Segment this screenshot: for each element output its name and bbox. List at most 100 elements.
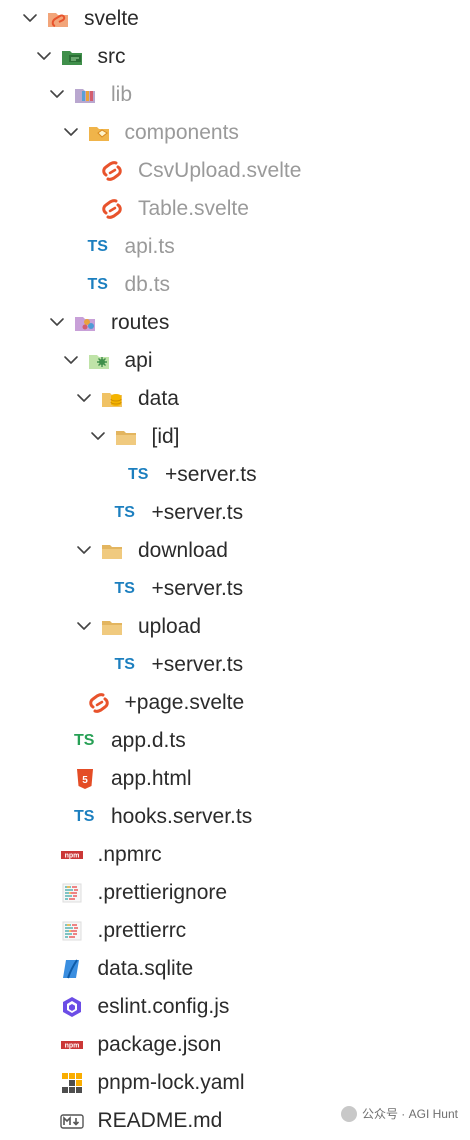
tree-item-label: components — [124, 121, 239, 144]
svelte-file-icon — [100, 197, 124, 221]
html-file-icon: 5 — [73, 767, 97, 791]
tree-item-server-upload[interactable]: TS +server.ts — [0, 646, 470, 684]
tree-item-label: api.ts — [124, 235, 175, 258]
tree-item-label: data.sqlite — [97, 957, 194, 980]
tree-item-label: data — [138, 387, 179, 410]
chevron-down-icon[interactable] — [74, 540, 94, 560]
tree-item-id[interactable]: [id] — [0, 418, 470, 456]
svg-text:5: 5 — [82, 775, 88, 786]
tree-item-label: CsvUpload.svelte — [138, 159, 302, 182]
tree-item-label: +page.svelte — [124, 691, 245, 714]
chevron-down-icon[interactable] — [74, 616, 94, 636]
watermark-text: 公众号 · AGI Hunt — [361, 1107, 458, 1121]
ts-file-icon: TS — [87, 276, 108, 293]
tree-item-label: eslint.config.js — [97, 995, 230, 1018]
wechat-logo-icon — [340, 1105, 357, 1122]
ts-def-file-icon: TS — [74, 732, 95, 749]
ts-file-icon: TS — [87, 238, 108, 255]
ts-file-icon: TS — [114, 504, 135, 521]
tree-item-prettierrc[interactable]: .prettierrc — [0, 912, 470, 950]
tree-item-src[interactable]: src — [0, 38, 470, 76]
tree-item-csvupload[interactable]: CsvUpload.svelte — [0, 152, 470, 190]
tree-item-page-svelte[interactable]: +page.svelte — [0, 684, 470, 722]
tree-item-data[interactable]: data — [0, 380, 470, 418]
tree-item-label: svelte — [84, 7, 139, 30]
tree-item-label: download — [138, 539, 228, 562]
tree-item-label: +server.ts — [151, 501, 244, 524]
chevron-down-icon[interactable] — [20, 8, 40, 28]
tree-item-server-data[interactable]: TS +server.ts — [0, 494, 470, 532]
data-folder-icon — [100, 387, 124, 411]
tree-item-label: hooks.server.ts — [111, 805, 253, 828]
plain-folder-icon — [100, 615, 124, 639]
svelte-file-icon — [100, 159, 124, 183]
tree-item-hooks[interactable]: TS hooks.server.ts — [0, 798, 470, 836]
tree-item-app-html[interactable]: 5 app.html — [0, 760, 470, 798]
markdown-file-icon — [59, 1109, 84, 1133]
routes-folder-icon — [73, 311, 97, 335]
tree-item-label: .prettierrc — [97, 919, 187, 942]
tree-item-label: README.md — [97, 1109, 223, 1132]
tree-item-server-id[interactable]: TS +server.ts — [0, 456, 470, 494]
npm-file-icon: npm — [60, 1033, 84, 1057]
tree-item-label: package.json — [97, 1033, 222, 1056]
tree-item-label: Table.svelte — [138, 197, 249, 220]
tree-item-label: [id] — [151, 425, 180, 448]
chevron-down-icon[interactable] — [47, 84, 67, 104]
chevron-down-icon[interactable] — [61, 122, 81, 142]
database-file-icon — [60, 957, 84, 981]
tree-item-app-d-ts[interactable]: TS app.d.ts — [0, 722, 470, 760]
tree-item-label: pnpm-lock.yaml — [97, 1071, 245, 1094]
lib-folder-icon — [73, 83, 97, 107]
tree-item-routes[interactable]: routes — [0, 304, 470, 342]
chevron-down-icon[interactable] — [47, 312, 67, 332]
tree-item-package[interactable]: npm package.json — [0, 1026, 470, 1064]
chevron-down-icon[interactable] — [61, 350, 81, 370]
tree-item-api-ts[interactable]: TS api.ts — [0, 228, 470, 266]
tree-item-label: lib — [111, 83, 133, 106]
tree-item-sqlite[interactable]: data.sqlite — [0, 950, 470, 988]
tree-item-upload[interactable]: upload — [0, 608, 470, 646]
chevron-down-icon[interactable] — [88, 426, 108, 446]
tree-item-label: +server.ts — [151, 653, 244, 676]
ts-file-icon: TS — [114, 580, 135, 597]
tree-item-db-ts[interactable]: TS db.ts — [0, 266, 470, 304]
tree-item-label: app.d.ts — [111, 729, 186, 752]
tree-item-server-download[interactable]: TS +server.ts — [0, 570, 470, 608]
tree-item-download[interactable]: download — [0, 532, 470, 570]
tree-item-components[interactable]: components — [0, 114, 470, 152]
watermark: 公众号 · AGI Hunt — [340, 1105, 458, 1122]
tree-item-svelte-root[interactable]: svelte — [0, 0, 470, 38]
tree-item-prettierignore[interactable]: .prettierignore — [0, 874, 470, 912]
tree-item-label: api — [124, 349, 153, 372]
ts-file-icon: TS — [128, 466, 149, 483]
tree-item-npmrc[interactable]: npm .npmrc — [0, 836, 470, 874]
tree-item-label: +server.ts — [151, 577, 244, 600]
svg-text:npm: npm — [64, 853, 79, 860]
tree-item-label: +server.ts — [165, 463, 257, 486]
components-folder-icon — [87, 121, 111, 145]
chevron-down-icon[interactable] — [34, 46, 54, 66]
plain-folder-icon — [100, 539, 124, 563]
ts-file-icon: TS — [114, 656, 135, 673]
npm-file-icon: npm — [60, 843, 84, 867]
tree-item-label: db.ts — [124, 273, 171, 296]
prettier-file-icon — [60, 919, 84, 943]
src-folder-icon — [60, 45, 84, 69]
tree-item-label: src — [97, 45, 126, 68]
tree-item-lib[interactable]: lib — [0, 76, 470, 114]
svg-text:npm: npm — [64, 1043, 79, 1050]
chevron-down-icon[interactable] — [74, 388, 94, 408]
api-folder-icon — [87, 349, 111, 373]
tree-item-eslint[interactable]: eslint.config.js — [0, 988, 470, 1026]
svelte-file-icon — [87, 691, 111, 715]
plain-folder-icon — [114, 425, 138, 449]
tree-item-table[interactable]: Table.svelte — [0, 190, 470, 228]
pnpm-file-icon — [60, 1071, 84, 1095]
tree-item-label: .npmrc — [97, 843, 162, 866]
tree-item-pnpm-lock[interactable]: pnpm-lock.yaml — [0, 1064, 470, 1102]
tree-item-label: upload — [138, 615, 202, 638]
tree-item-label: routes — [111, 311, 170, 334]
prettier-file-icon — [60, 881, 84, 905]
tree-item-api[interactable]: api — [0, 342, 470, 380]
